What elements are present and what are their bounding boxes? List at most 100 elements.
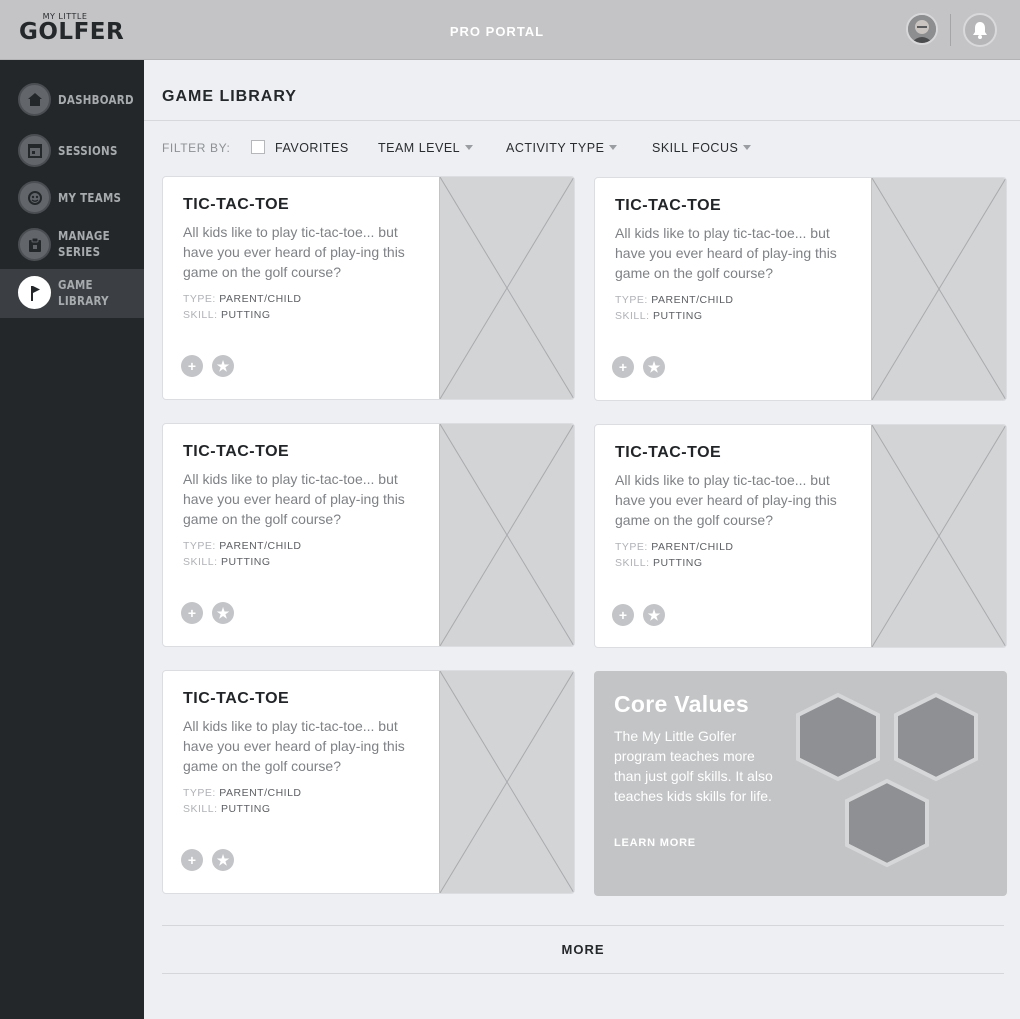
favorites-checkbox[interactable]: [251, 140, 265, 154]
sidebar-item-label: MY TEAMS: [58, 191, 122, 205]
team-icon: [18, 181, 51, 214]
card-skill: SKILL: PUTTING: [183, 309, 271, 321]
game-card[interactable]: TIC-TAC-TOE All kids like to play tic-ta…: [594, 177, 1007, 401]
core-values-title: Core Values: [614, 691, 749, 717]
learn-more-link[interactable]: LEARN MORE: [614, 837, 714, 849]
star-icon[interactable]: ★: [212, 355, 234, 377]
favorites-label[interactable]: FAVORITES: [275, 141, 365, 155]
chevron-down-icon: [743, 145, 752, 151]
user-avatar[interactable]: [906, 13, 938, 45]
skill-value: PUTTING: [220, 803, 271, 815]
game-card[interactable]: TIC-TAC-TOE All kids like to play tic-ta…: [162, 670, 575, 894]
add-icon[interactable]: +: [612, 356, 634, 378]
type-label: TYPE:: [183, 540, 216, 552]
card-skill: SKILL: PUTTING: [615, 557, 703, 569]
card-type: TYPE: PARENT/CHILD: [615, 541, 734, 553]
skill-label: SKILL:: [183, 309, 218, 321]
skill-value: PUTTING: [652, 310, 703, 322]
bell-icon[interactable]: [963, 13, 997, 47]
skill-label: SKILL:: [615, 557, 650, 569]
sidebar-item-my-teams[interactable]: MY TEAMS: [0, 179, 144, 217]
card-type: TYPE: PARENT/CHILD: [183, 540, 302, 552]
type-value: PARENT/CHILD: [219, 787, 302, 799]
more-button[interactable]: MORE: [162, 926, 1004, 973]
card-skill: SKILL: PUTTING: [615, 310, 703, 322]
sidebar-item-label: GAME LIBRARY: [58, 278, 109, 308]
skill-value: PUTTING: [220, 309, 271, 321]
image-placeholder: [439, 424, 574, 646]
filter-bar: FILTER BY: FAVORITES TEAM LEVEL ACTIVITY…: [162, 140, 1004, 156]
type-value: PARENT/CHILD: [651, 541, 734, 553]
team-level-dropdown[interactable]: TEAM LEVEL: [378, 141, 474, 155]
card-title: TIC-TAC-TOE: [183, 690, 290, 707]
add-icon[interactable]: +: [181, 602, 203, 624]
skill-focus-dropdown[interactable]: SKILL FOCUS: [652, 141, 752, 155]
chevron-down-icon: [465, 145, 474, 151]
sidebar-item-label: MANAGE SERIES: [58, 229, 110, 259]
card-type: TYPE: PARENT/CHILD: [615, 294, 734, 306]
add-icon[interactable]: +: [612, 604, 634, 626]
calendar-icon: [18, 134, 51, 167]
filter-label: FILTER BY:: [162, 141, 231, 155]
header-divider: [950, 14, 951, 46]
skill-label: SKILL:: [183, 803, 218, 815]
type-label: TYPE:: [615, 294, 648, 306]
game-card[interactable]: TIC-TAC-TOE All kids like to play tic-ta…: [594, 424, 1007, 648]
card-title: TIC-TAC-TOE: [615, 444, 722, 461]
sidebar-item-dashboard[interactable]: DASHBOARD: [0, 81, 144, 119]
hexagon-graphic: [796, 692, 978, 868]
card-skill: SKILL: PUTTING: [183, 556, 271, 568]
image-placeholder: [871, 178, 1006, 400]
clipboard-icon: [18, 228, 51, 261]
core-values-description: The My Little Golfer program teaches mor…: [614, 728, 773, 804]
type-label: TYPE:: [183, 293, 216, 305]
image-placeholder: [439, 671, 574, 893]
star-icon[interactable]: ★: [643, 356, 665, 378]
game-card[interactable]: TIC-TAC-TOE All kids like to play tic-ta…: [162, 176, 575, 400]
sidebar-item-sessions[interactable]: SESSIONS: [0, 132, 144, 170]
skill-value: PUTTING: [220, 556, 271, 568]
sidebar-item-label: DASHBOARD: [58, 93, 134, 107]
type-value: PARENT/CHILD: [219, 293, 302, 305]
card-type: TYPE: PARENT/CHILD: [183, 293, 302, 305]
card-skill: SKILL: PUTTING: [183, 803, 271, 815]
card-type: TYPE: PARENT/CHILD: [183, 787, 302, 799]
skill-label: SKILL:: [615, 310, 650, 322]
card-title: TIC-TAC-TOE: [183, 196, 290, 213]
page-title: GAME LIBRARY: [162, 88, 297, 105]
type-value: PARENT/CHILD: [651, 294, 734, 306]
portal-title: PRO PORTAL: [449, 24, 545, 39]
star-icon[interactable]: ★: [212, 849, 234, 871]
image-placeholder: [871, 425, 1006, 647]
skill-label: SKILL:: [183, 556, 218, 568]
star-icon[interactable]: ★: [643, 604, 665, 626]
home-icon: [18, 83, 51, 116]
card-description: All kids like to play tic-tac-toe... but…: [183, 471, 405, 527]
dropdown-label: SKILL FOCUS: [652, 141, 739, 155]
sidebar-item-game-library[interactable]: GAME LIBRARY: [0, 269, 144, 318]
card-title: TIC-TAC-TOE: [615, 197, 722, 214]
card-description: All kids like to play tic-tac-toe... but…: [615, 472, 837, 528]
more-divider-bottom: [162, 973, 1004, 974]
skill-value: PUTTING: [652, 557, 703, 569]
top-bar: MY LITTLE GOLFER PRO PORTAL: [0, 0, 1020, 60]
game-card[interactable]: TIC-TAC-TOE All kids like to play tic-ta…: [162, 423, 575, 647]
sidebar-item-manage-series[interactable]: MANAGE SERIES: [0, 224, 144, 266]
chevron-down-icon: [609, 145, 618, 151]
flag-icon: [18, 276, 51, 309]
dropdown-label: TEAM LEVEL: [378, 141, 461, 155]
sidebar-item-label: SESSIONS: [58, 144, 118, 158]
add-icon[interactable]: +: [181, 849, 203, 871]
dropdown-label: ACTIVITY TYPE: [506, 141, 605, 155]
card-description: All kids like to play tic-tac-toe... but…: [183, 224, 405, 280]
sidebar: DASHBOARD SESSIONS MY TEAMS MANAGE SERIE…: [0, 60, 144, 1019]
add-icon[interactable]: +: [181, 355, 203, 377]
card-description: All kids like to play tic-tac-toe... but…: [615, 225, 837, 281]
card-title: TIC-TAC-TOE: [183, 443, 290, 460]
card-description: All kids like to play tic-tac-toe... but…: [183, 718, 405, 774]
star-icon[interactable]: ★: [212, 602, 234, 624]
activity-type-dropdown[interactable]: ACTIVITY TYPE: [506, 141, 618, 155]
type-value: PARENT/CHILD: [219, 540, 302, 552]
core-values-card[interactable]: Core Values The My Little Golfer program…: [594, 671, 1007, 896]
type-label: TYPE:: [615, 541, 648, 553]
